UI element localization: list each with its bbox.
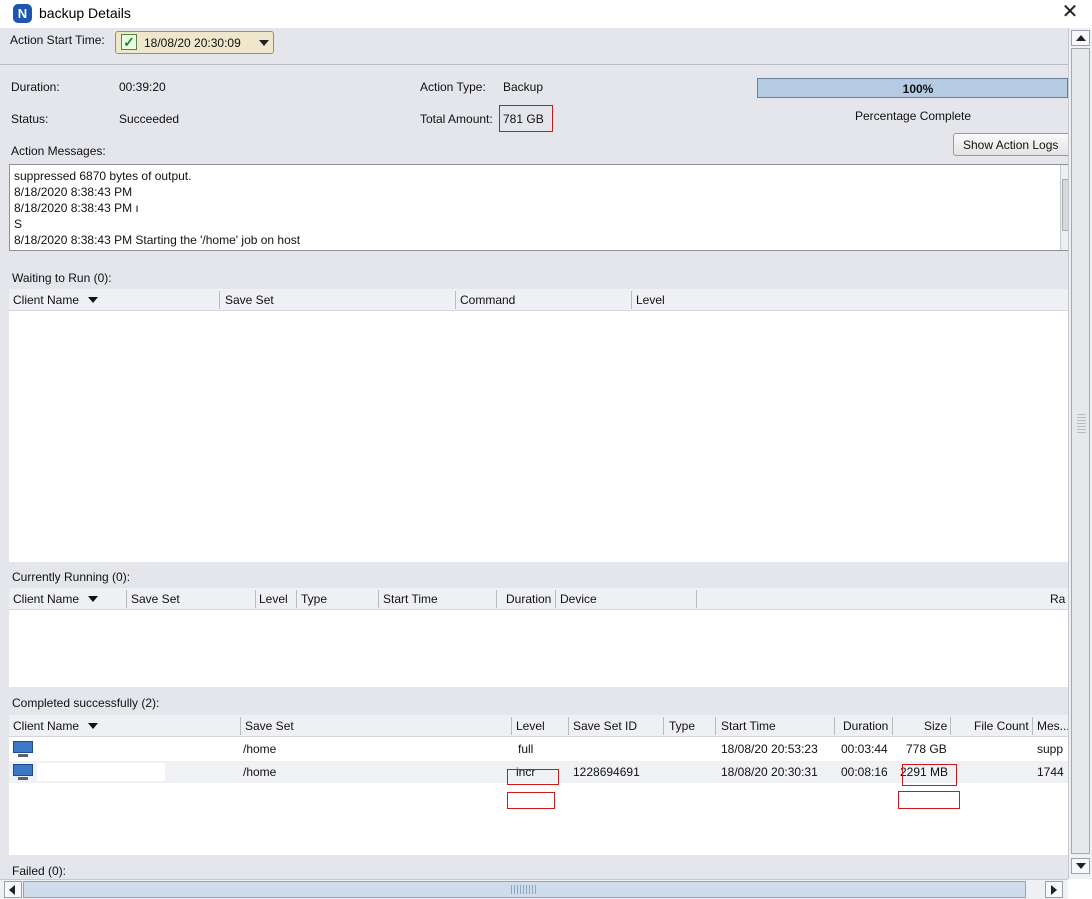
column-header[interactable]: File Count [974, 719, 1029, 733]
close-icon[interactable]: ✕ [1056, 1, 1084, 25]
message-line: suppressed 6870 bytes of output. [14, 169, 191, 183]
messages-scrollbar[interactable] [1060, 165, 1068, 250]
sort-desc-icon [88, 723, 98, 729]
column-header[interactable]: Size [924, 719, 947, 733]
table-row[interactable]: /home full 18/08/20 20:53:23 00:03:44 77… [9, 738, 1068, 760]
action-messages-box[interactable]: suppressed 6870 bytes of output. 8/18/20… [9, 164, 1068, 251]
column-header[interactable]: Duration [843, 719, 888, 733]
column-header[interactable]: Level [636, 293, 665, 307]
completed-label: Completed successfully (2): [12, 696, 159, 710]
progress-text: 100% [758, 82, 1068, 96]
start-time-value: 18/08/20 20:30:09 [144, 36, 241, 50]
message-cell: 1744 [1037, 765, 1064, 779]
column-header[interactable]: Type [669, 719, 695, 733]
failed-label: Failed (0): [12, 864, 66, 878]
action-type-value: Backup [503, 80, 543, 94]
running-label: Currently Running (0): [12, 570, 130, 584]
computer-icon [13, 764, 33, 780]
message-line: 8/18/2020 8:38:43 PM ı [14, 201, 139, 215]
column-header[interactable]: Mes... [1037, 719, 1068, 733]
show-action-logs-button[interactable]: Show Action Logs [953, 133, 1068, 156]
status-value: Succeeded [119, 112, 179, 126]
scrollbar-thumb[interactable] [23, 881, 1026, 898]
column-header[interactable]: Device [560, 592, 597, 606]
message-line: S [14, 217, 22, 231]
column-header[interactable]: Command [460, 293, 515, 307]
details-panel: Action Start Time: ✓ 18/08/20 20:30:09 D… [0, 28, 1068, 879]
completed-table: Client Name Save Set Level Save Set ID T… [9, 715, 1068, 855]
vertical-scrollbar[interactable] [1068, 28, 1092, 879]
duration-cell: 00:03:44 [841, 742, 888, 756]
highlight-box [898, 791, 960, 809]
save-set-id-cell: 1228694691 [573, 765, 640, 779]
start-time-label: Action Start Time: [10, 33, 105, 47]
progress-bar: 100% [757, 78, 1068, 98]
level-cell: full [518, 742, 533, 756]
highlight-box [507, 769, 559, 785]
column-header[interactable]: Level [259, 592, 288, 606]
duration-cell: 00:08:16 [841, 765, 888, 779]
scroll-left-icon[interactable] [4, 881, 22, 898]
waiting-table: Client Name Save Set Command Level [9, 289, 1068, 562]
horizontal-scrollbar[interactable] [0, 879, 1068, 899]
duration-label: Duration: [11, 80, 60, 94]
message-cell: supp [1037, 742, 1063, 756]
scroll-up-icon[interactable] [1071, 30, 1090, 46]
table-header: Client Name Save Set Level Save Set ID T… [9, 715, 1068, 737]
checkmark-icon: ✓ [121, 34, 137, 50]
networker-logo-icon: N [13, 4, 32, 23]
table-header: Client Name Save Set Command Level [9, 289, 1068, 311]
start-time-select[interactable]: ✓ 18/08/20 20:30:09 [115, 31, 274, 54]
column-header[interactable]: Start Time [383, 592, 438, 606]
highlight-box [499, 105, 553, 132]
highlight-box [507, 792, 555, 809]
window-title: backup Details [39, 5, 131, 21]
column-header[interactable]: Level [516, 719, 545, 733]
column-header[interactable]: Client Name [13, 719, 98, 733]
highlight-box [902, 764, 957, 786]
scroll-down-icon[interactable] [1071, 858, 1090, 874]
column-header[interactable]: Ra [1050, 592, 1065, 606]
column-header[interactable]: Save Set [245, 719, 294, 733]
scroll-right-icon[interactable] [1045, 881, 1063, 898]
action-messages-label: Action Messages: [11, 144, 106, 158]
percentage-label: Percentage Complete [855, 109, 971, 123]
size-cell: 778 GB [906, 742, 947, 756]
action-type-label: Action Type: [420, 80, 486, 94]
column-header[interactable]: Type [301, 592, 327, 606]
computer-icon [13, 741, 33, 757]
sort-desc-icon [88, 596, 98, 602]
column-header[interactable]: Client Name [13, 592, 98, 606]
total-amount-label: Total Amount: [420, 112, 493, 126]
column-header[interactable]: Save Set ID [573, 719, 637, 733]
save-set-cell: /home [243, 765, 276, 779]
column-header[interactable]: Save Set [225, 293, 274, 307]
divider [0, 64, 1068, 65]
status-label: Status: [11, 112, 48, 126]
start-time-cell: 18/08/20 20:30:31 [721, 765, 818, 779]
column-header[interactable]: Duration [506, 592, 551, 606]
scrollbar-thumb[interactable] [1071, 48, 1090, 854]
sort-desc-icon [88, 297, 98, 303]
redacted-client-name [37, 763, 165, 781]
table-header: Client Name Save Set Level Type Start Ti… [9, 588, 1068, 610]
column-header[interactable]: Start Time [721, 719, 776, 733]
save-set-cell: /home [243, 742, 276, 756]
chevron-down-icon[interactable] [259, 40, 269, 46]
column-header[interactable]: Client Name [13, 293, 98, 307]
message-line: 8/18/2020 8:38:43 PM [14, 185, 132, 199]
running-table: Client Name Save Set Level Type Start Ti… [9, 588, 1068, 687]
start-time-cell: 18/08/20 20:53:23 [721, 742, 818, 756]
waiting-label: Waiting to Run (0): [12, 271, 112, 285]
duration-value: 00:39:20 [119, 80, 166, 94]
column-header[interactable]: Save Set [131, 592, 180, 606]
message-line: 8/18/2020 8:38:43 PM Starting the '/home… [14, 233, 300, 247]
title-bar: N backup Details ✕ [0, 0, 1092, 28]
